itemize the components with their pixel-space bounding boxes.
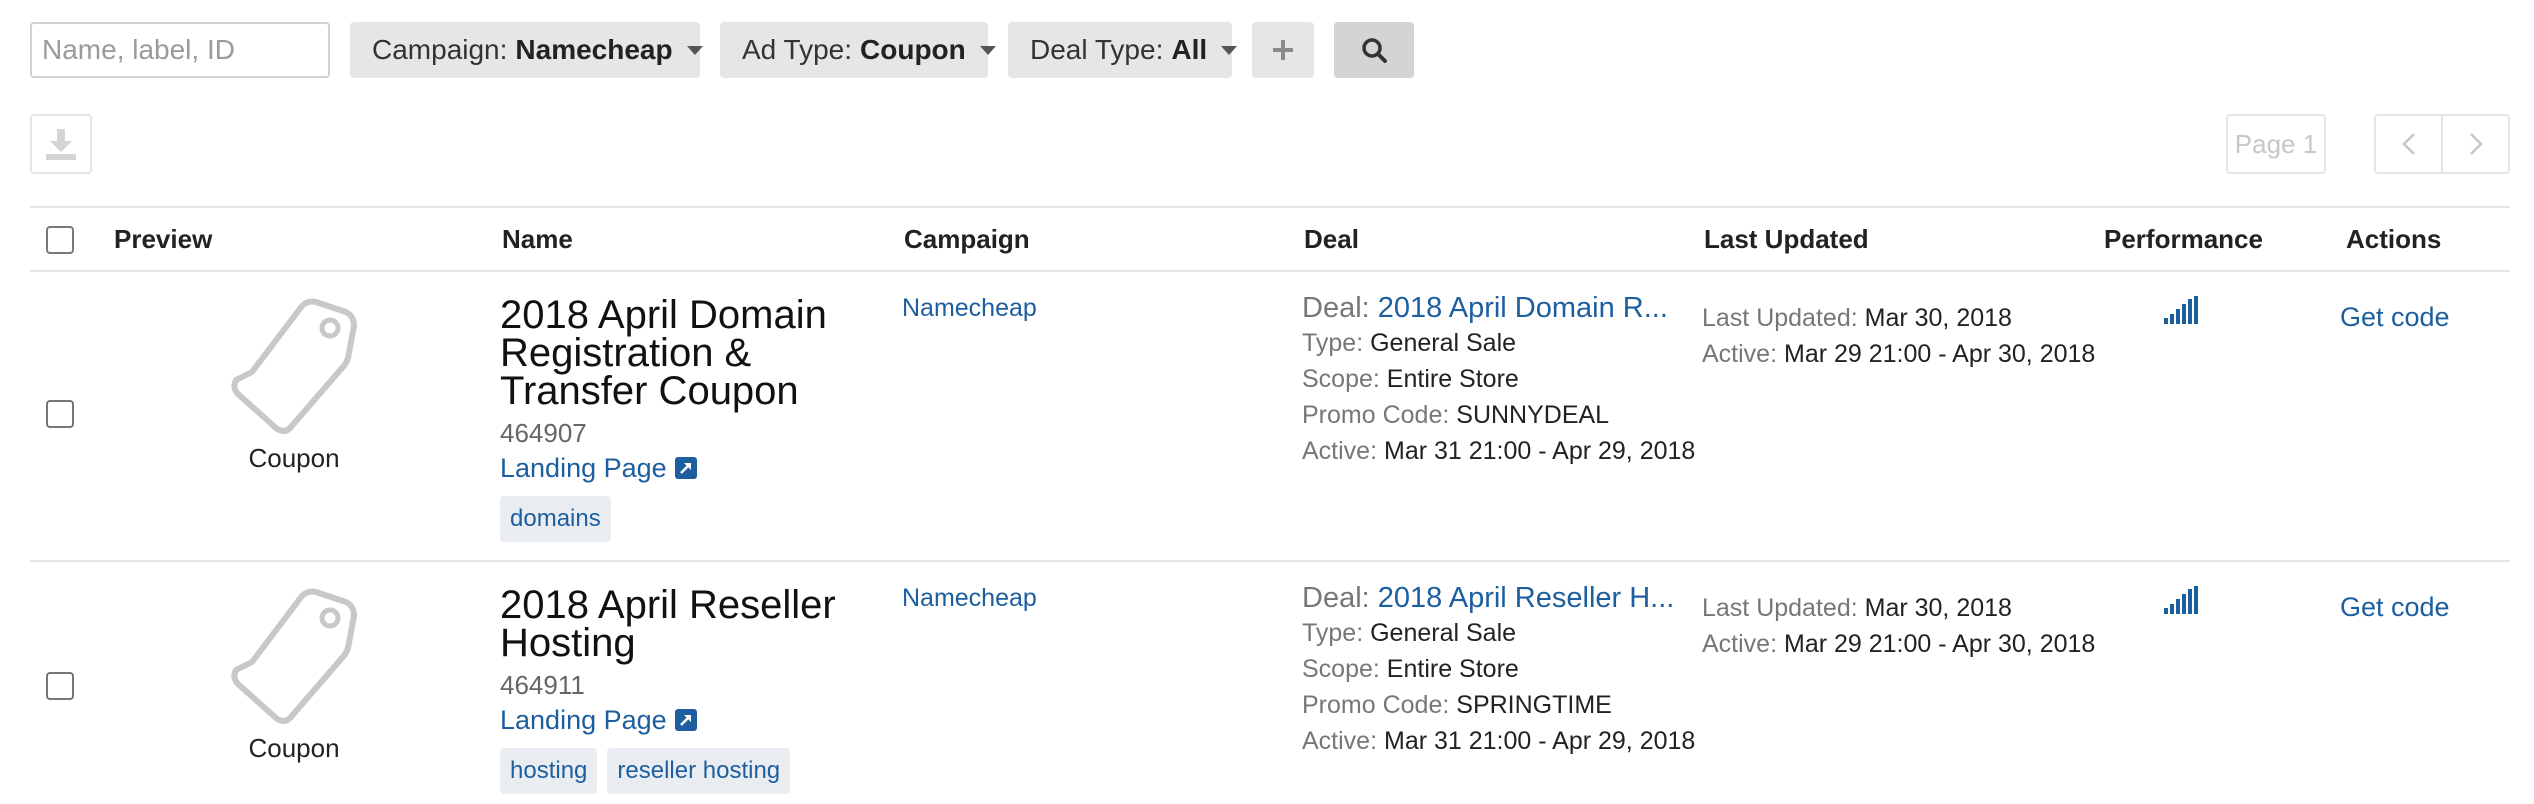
- campaign-filter-label: Campaign:: [372, 34, 508, 65]
- row-id: 464907: [500, 418, 587, 448]
- landing-page-link[interactable]: Landing Page: [500, 453, 697, 484]
- next-page-button[interactable]: [2441, 116, 2508, 172]
- row-title: 2018 April Reseller Hosting: [500, 583, 836, 665]
- tag-list: hosting reseller hosting: [500, 748, 800, 794]
- coupon-tag-icon: [231, 588, 357, 724]
- row-title-line: Transfer Coupon: [500, 369, 799, 413]
- adtype-filter-dropdown[interactable]: Ad Type: Coupon: [720, 22, 996, 78]
- plus-icon: [1273, 40, 1293, 60]
- signal-bars-icon[interactable]: [2164, 296, 2198, 324]
- dealtype-filter-label: Deal Type:: [1030, 34, 1164, 65]
- tag-list: domains: [500, 496, 621, 542]
- deal-type: Type: General Sale: [1302, 619, 1517, 647]
- tag-chip[interactable]: domains: [500, 496, 611, 542]
- row-checkbox[interactable]: [46, 672, 74, 700]
- campaign-link[interactable]: Namecheap: [902, 294, 1037, 323]
- row-title: 2018 April Domain Registration & Transfe…: [500, 293, 827, 413]
- deal-info: Deal: 2018 April Domain R... Type: Gener…: [1302, 292, 1695, 469]
- campaign-link[interactable]: Namecheap: [902, 584, 1037, 613]
- dealtype-filter-dropdown[interactable]: Deal Type: All: [1008, 22, 1238, 78]
- chevron-right-icon: [2469, 133, 2483, 155]
- coupon-tag-icon: [231, 298, 357, 434]
- column-header-campaign: Campaign: [904, 224, 1030, 254]
- download-button[interactable]: [30, 114, 92, 174]
- row-title-line: 2018 April Reseller: [500, 583, 836, 627]
- column-header-last-updated: Last Updated: [1704, 224, 1869, 254]
- column-header-preview: Preview: [114, 224, 213, 254]
- deal-promo-code: Promo Code: SUNNYDEAL: [1302, 401, 1610, 429]
- active-range: Active: Mar 29 21:00 - Apr 30, 2018: [1702, 340, 2096, 368]
- divider: [30, 206, 2510, 208]
- deal-type: Type: General Sale: [1302, 329, 1517, 357]
- chevron-down-icon: [1221, 45, 1238, 55]
- column-header-performance: Performance: [2104, 224, 2263, 254]
- search-input[interactable]: [30, 22, 330, 78]
- last-updated-value: Last Updated: Mar 30, 2018: [1702, 304, 2012, 332]
- signal-bars-icon[interactable]: [2164, 586, 2198, 614]
- prev-page-button[interactable]: [2376, 116, 2441, 172]
- campaign-filter-dropdown[interactable]: Campaign: Namecheap: [350, 22, 703, 78]
- landing-page-link[interactable]: Landing Page: [500, 705, 697, 736]
- row-title-line: Registration &: [500, 331, 752, 375]
- column-header-deal: Deal: [1304, 224, 1359, 254]
- campaign-filter-value: Namecheap: [515, 34, 673, 65]
- update-info: Last Updated: Mar 30, 2018 Active: Mar 2…: [1702, 590, 2095, 662]
- page-indicator: Page 1: [2226, 114, 2326, 174]
- divider: [30, 560, 2510, 562]
- dealtype-filter-value: All: [1171, 34, 1208, 65]
- row-id: 464911: [500, 670, 585, 700]
- pagination: [2374, 114, 2510, 174]
- active-range: Active: Mar 29 21:00 - Apr 30, 2018: [1702, 630, 2096, 658]
- select-all-checkbox[interactable]: [46, 226, 74, 254]
- deal-label: Deal:: [1302, 292, 1370, 324]
- row-title-line: 2018 April Domain: [500, 293, 827, 337]
- chevron-left-icon: [2401, 133, 2415, 155]
- deal-active: Active: Mar 31 21:00 - Apr 29, 2018: [1302, 727, 1696, 755]
- deal-heading: Deal: 2018 April Reseller H...: [1302, 582, 1695, 615]
- deal-name-link[interactable]: 2018 April Domain R...: [1378, 292, 1668, 324]
- add-filter-button[interactable]: [1252, 22, 1314, 78]
- deal-heading: Deal: 2018 April Domain R...: [1302, 292, 1695, 325]
- row-checkbox[interactable]: [46, 400, 74, 428]
- deal-info: Deal: 2018 April Reseller H... Type: Gen…: [1302, 582, 1695, 759]
- preview-label: Coupon: [248, 443, 340, 473]
- chevron-down-icon: [979, 45, 996, 55]
- external-link-icon: [674, 457, 697, 479]
- external-link-icon: [674, 709, 697, 731]
- page-label: Page 1: [2234, 128, 2318, 159]
- adtype-filter-label: Ad Type:: [742, 34, 853, 65]
- last-updated-value: Last Updated: Mar 30, 2018: [1702, 594, 2012, 622]
- deal-promo-code: Promo Code: SPRINGTIME: [1302, 691, 1612, 719]
- get-code-link[interactable]: Get code: [2340, 302, 2450, 333]
- landing-page-label: Landing Page: [500, 705, 667, 735]
- download-icon: [46, 129, 76, 160]
- deal-active: Active: Mar 31 21:00 - Apr 29, 2018: [1302, 437, 1696, 465]
- divider: [30, 270, 2510, 272]
- landing-page-label: Landing Page: [500, 453, 667, 483]
- column-header-actions: Actions: [2346, 224, 2442, 254]
- tag-chip[interactable]: hosting: [500, 748, 598, 794]
- search-icon: [1362, 38, 1387, 63]
- column-header-name: Name: [502, 224, 573, 254]
- chevron-down-icon: [686, 45, 703, 55]
- search-button[interactable]: [1334, 22, 1414, 78]
- tag-chip[interactable]: reseller hosting: [607, 748, 791, 794]
- deal-scope: Scope: Entire Store: [1302, 655, 1519, 683]
- row-title-line: Hosting: [500, 621, 636, 665]
- adtype-filter-value: Coupon: [860, 34, 966, 65]
- preview-label: Coupon: [248, 733, 340, 763]
- deal-name-link[interactable]: 2018 April Reseller H...: [1378, 582, 1675, 614]
- update-info: Last Updated: Mar 30, 2018 Active: Mar 2…: [1702, 300, 2095, 372]
- deal-scope: Scope: Entire Store: [1302, 365, 1519, 393]
- get-code-link[interactable]: Get code: [2340, 592, 2450, 623]
- deal-label: Deal:: [1302, 582, 1370, 614]
